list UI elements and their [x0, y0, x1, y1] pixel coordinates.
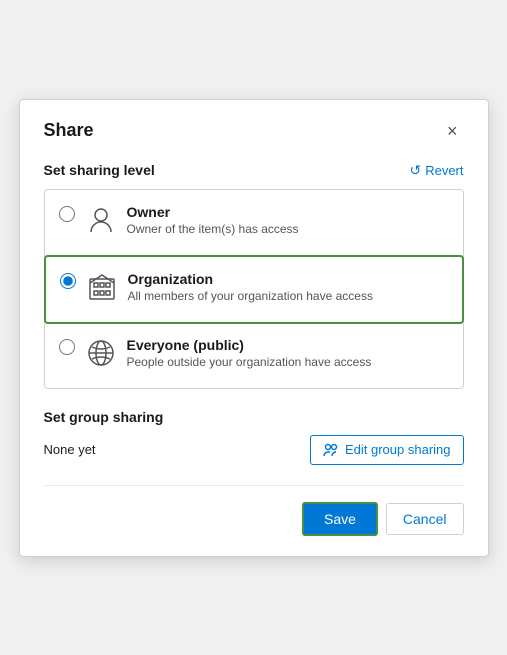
radio-owner-wrap[interactable]	[59, 206, 75, 227]
organization-option-text: Organization All members of your organiz…	[128, 271, 373, 303]
organization-option-name: Organization	[128, 271, 373, 287]
owner-option-name: Owner	[127, 204, 299, 220]
dialog-title: Share	[44, 120, 94, 141]
group-sharing-label: Set group sharing	[44, 409, 464, 425]
edit-group-sharing-label: Edit group sharing	[345, 442, 451, 457]
group-sharing-row: None yet Edit group sharing	[44, 435, 464, 465]
sharing-options-container: Owner Owner of the item(s) has access	[44, 189, 464, 389]
radio-owner[interactable]	[59, 206, 75, 222]
revert-icon: ↺	[409, 162, 421, 179]
everyone-option-desc: People outside your organization have ac…	[127, 355, 372, 369]
option-owner[interactable]: Owner Owner of the item(s) has access	[45, 190, 463, 256]
radio-organization-wrap[interactable]	[60, 273, 76, 294]
dialog-header: Share ×	[44, 120, 464, 142]
cancel-button[interactable]: Cancel	[386, 503, 464, 535]
owner-option-text: Owner Owner of the item(s) has access	[127, 204, 299, 236]
revert-label: Revert	[425, 163, 463, 178]
sharing-level-label: Set sharing level	[44, 162, 155, 178]
everyone-icon	[85, 337, 117, 374]
revert-button[interactable]: ↺ Revert	[409, 162, 463, 179]
edit-group-icon	[323, 442, 339, 458]
everyone-option-text: Everyone (public) People outside your or…	[127, 337, 372, 369]
dialog-footer: Save Cancel	[44, 485, 464, 536]
close-button[interactable]: ×	[441, 120, 464, 142]
edit-group-sharing-button[interactable]: Edit group sharing	[310, 435, 464, 465]
radio-everyone[interactable]	[59, 339, 75, 355]
share-dialog: Share × Set sharing level ↺ Revert Owner…	[19, 99, 489, 557]
owner-icon	[85, 204, 117, 241]
option-everyone[interactable]: Everyone (public) People outside your or…	[45, 323, 463, 388]
owner-option-desc: Owner of the item(s) has access	[127, 222, 299, 236]
radio-everyone-wrap[interactable]	[59, 339, 75, 360]
organization-option-desc: All members of your organization have ac…	[128, 289, 373, 303]
sharing-level-section-header: Set sharing level ↺ Revert	[44, 162, 464, 179]
everyone-option-name: Everyone (public)	[127, 337, 372, 353]
group-sharing-section: Set group sharing None yet Edit group sh…	[44, 409, 464, 465]
save-button[interactable]: Save	[302, 502, 378, 536]
option-organization[interactable]: Organization All members of your organiz…	[44, 255, 464, 324]
none-yet-label: None yet	[44, 442, 96, 457]
radio-organization[interactable]	[60, 273, 76, 289]
organization-icon	[86, 271, 118, 308]
